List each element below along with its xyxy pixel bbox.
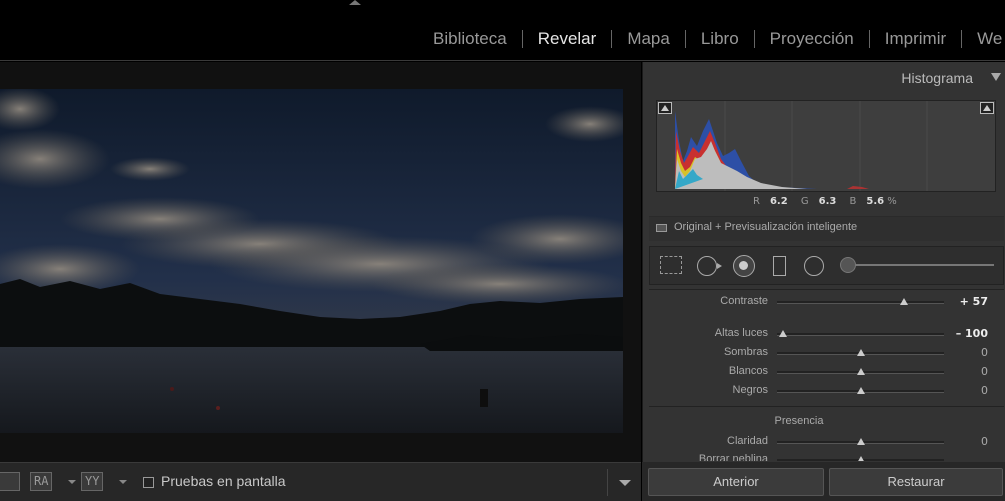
- slider-label: Blancos: [728, 365, 768, 377]
- r-value: 6.2: [769, 196, 788, 207]
- slider-row-3[interactable]: Blancos 0: [649, 363, 1004, 381]
- previous-button[interactable]: Anterior: [648, 468, 824, 496]
- slider-row-4[interactable]: Negros 0: [649, 382, 1004, 400]
- slider-label: Borrar neblina: [698, 453, 768, 461]
- module-picker-bar: Biblioteca Revelar Mapa Libro Proyección…: [0, 0, 1005, 61]
- section-divider: [649, 406, 1004, 407]
- chevron-down-icon: [619, 480, 631, 486]
- module-list: Biblioteca Revelar Mapa Libro Proyección…: [418, 27, 1002, 51]
- slider-value[interactable]: – 100: [956, 327, 988, 340]
- slider-thumb[interactable]: [856, 438, 865, 445]
- triangle-up-icon: [983, 105, 991, 111]
- slider-label: Contraste: [720, 295, 768, 307]
- histogram-header[interactable]: Histograma: [642, 62, 1005, 90]
- triangle-up-icon: [661, 105, 669, 111]
- presence-section-title: Presencia: [774, 415, 824, 427]
- landscape-photo: [0, 89, 623, 433]
- slider-label: Negros: [732, 384, 768, 396]
- toolbar-options-button[interactable]: [607, 469, 641, 496]
- slider-track[interactable]: [777, 333, 944, 336]
- before-after-dropdown-icon[interactable]: [68, 480, 76, 484]
- module-imprimir[interactable]: Imprimir: [870, 30, 963, 48]
- histogram-title: Histograma: [901, 70, 973, 86]
- image-viewer[interactable]: [0, 62, 641, 462]
- slider-thumb[interactable]: [856, 387, 865, 394]
- swap-view-dropdown-icon[interactable]: [119, 480, 127, 484]
- crop-tool-icon[interactable]: [660, 256, 682, 274]
- spot-removal-tool-icon[interactable]: [697, 256, 717, 276]
- module-biblioteca[interactable]: Biblioteca: [418, 30, 523, 48]
- slider-label: Sombras: [723, 346, 768, 358]
- smart-preview-label: Original + Previsualización inteligente: [674, 221, 858, 233]
- highlight-clipping-toggle[interactable]: [980, 102, 994, 114]
- radial-filter-tool-icon[interactable]: [804, 256, 824, 276]
- module-proyeccion[interactable]: Proyección: [755, 30, 870, 48]
- slider-row-2[interactable]: Sombras 0: [649, 344, 1004, 362]
- slider-label: Claridad: [727, 435, 768, 447]
- slider-thumb[interactable]: [899, 298, 908, 305]
- red-eye-tool-icon[interactable]: [733, 255, 755, 277]
- slider-row-0[interactable]: Contraste + 57: [649, 293, 1004, 311]
- slider-thumb[interactable]: [856, 349, 865, 356]
- slider-track[interactable]: [777, 301, 944, 304]
- slider-thumb[interactable]: [856, 456, 865, 461]
- slider-value[interactable]: 0: [981, 346, 988, 359]
- module-revelar[interactable]: Revelar: [523, 30, 613, 48]
- slider-row-6[interactable]: Borrar neblina: [649, 451, 1004, 461]
- g-value: 6.3: [818, 196, 837, 207]
- slider-value[interactable]: 0: [981, 435, 988, 448]
- smart-preview-icon: [656, 224, 667, 232]
- slider-value[interactable]: 0: [981, 365, 988, 378]
- module-libro[interactable]: Libro: [686, 30, 755, 48]
- slider-thumb[interactable]: [779, 330, 787, 337]
- collapse-top-panel-icon[interactable]: [349, 0, 361, 5]
- swap-view-button[interactable]: YY: [81, 472, 104, 491]
- reset-button[interactable]: Restaurar: [829, 468, 1003, 496]
- r-label: R: [753, 196, 760, 207]
- slider-value[interactable]: + 57: [960, 295, 988, 308]
- slider-row-5[interactable]: Claridad 0: [649, 433, 1004, 451]
- b-label: B: [849, 196, 857, 207]
- shadow-clipping-toggle[interactable]: [658, 102, 672, 114]
- graduated-filter-tool-icon[interactable]: [773, 256, 786, 276]
- before-after-button[interactable]: RA: [30, 472, 53, 491]
- soft-proofing-label: Pruebas en pantalla: [161, 473, 286, 489]
- slider-value[interactable]: 0: [981, 384, 988, 397]
- slider-row-1[interactable]: Altas luces – 100: [649, 325, 1004, 343]
- loupe-view-button[interactable]: [0, 472, 20, 491]
- histogram-collapse-icon[interactable]: [991, 73, 1001, 81]
- spot-removal-arrow-icon: [717, 263, 722, 269]
- slider-thumb[interactable]: [856, 368, 865, 375]
- adjustment-brush-tool-icon[interactable]: [840, 257, 856, 273]
- percent-unit: %: [887, 196, 897, 207]
- histogram-plot: [675, 101, 928, 191]
- g-label: G: [800, 196, 809, 207]
- red-eye-pupil-icon: [739, 261, 748, 270]
- soft-proofing-checkbox[interactable]: [143, 477, 154, 488]
- adjustment-brush-track: [842, 264, 994, 266]
- rgb-readout: R 6.2 G 6.3 B 5.6 %: [753, 196, 897, 207]
- b-value: 5.6: [866, 196, 885, 207]
- module-mapa[interactable]: Mapa: [612, 30, 686, 48]
- module-web[interactable]: We: [962, 30, 1002, 48]
- photo-preview[interactable]: [0, 89, 623, 433]
- histogram-graph[interactable]: [656, 100, 996, 192]
- slider-label: Altas luces: [714, 327, 768, 339]
